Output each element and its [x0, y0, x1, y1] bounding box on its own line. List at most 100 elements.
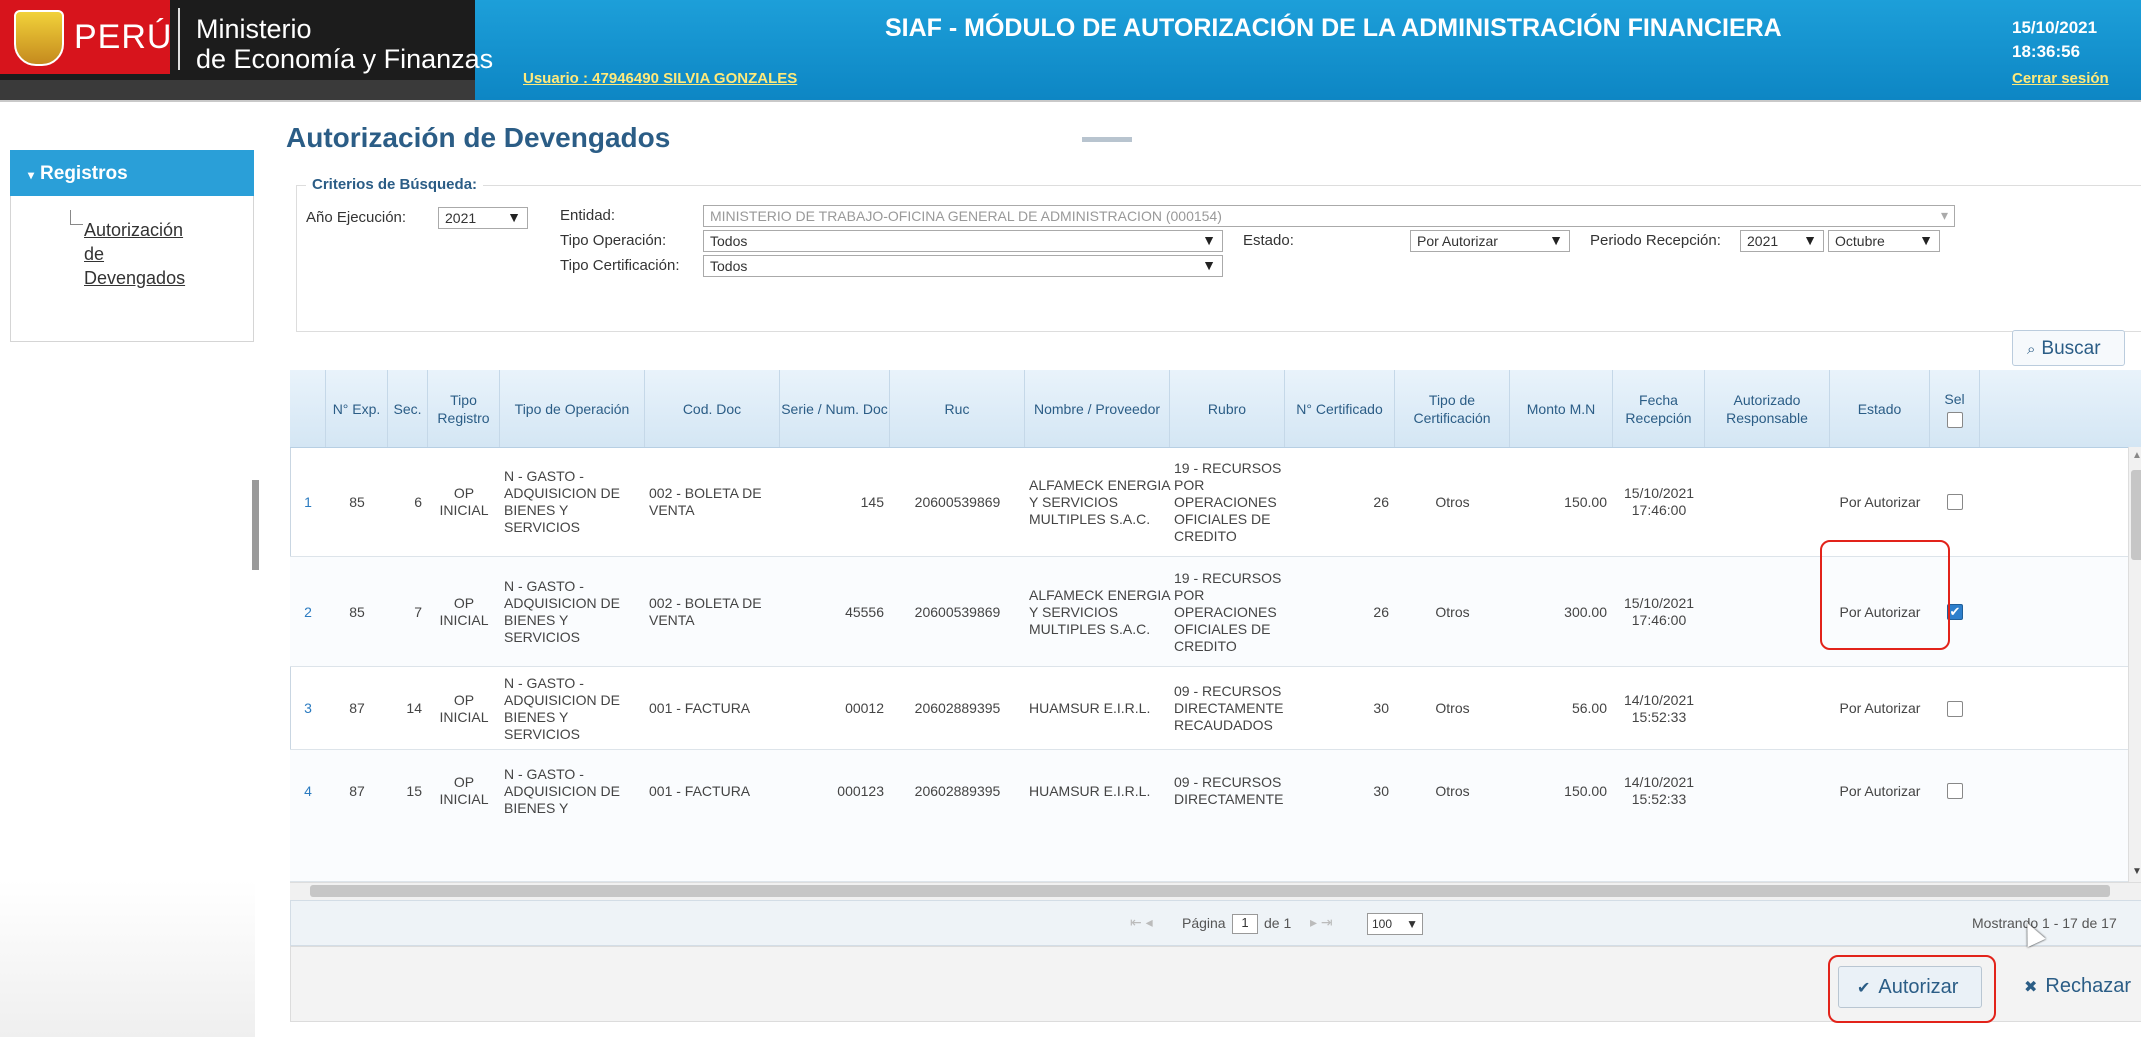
cell-ruc: 20602889395	[914, 700, 1001, 716]
col-header-estado[interactable]: Estado	[1830, 370, 1930, 447]
brand-country: PERÚ	[74, 18, 173, 56]
row-number: 1	[304, 493, 312, 510]
entidad-select[interactable]: MINISTERIO DE TRABAJO-OFICINA GENERAL DE…	[703, 205, 1955, 227]
col-header-exp[interactable]: N° Exp.	[326, 370, 388, 447]
cell-responsable	[1705, 750, 1830, 832]
row-select-checkbox[interactable]	[1947, 700, 1963, 717]
sidebar-item-autorizacion-devengados[interactable]: Autorización de Devengados	[84, 218, 204, 290]
cell-monto: 300.00	[1564, 603, 1607, 620]
row-select-checkbox[interactable]	[1947, 783, 1963, 799]
col-header-ruc[interactable]: Ruc	[890, 370, 1025, 447]
brand-divider	[178, 8, 180, 70]
chevron-down-icon: ▼	[1803, 232, 1817, 248]
anio-value: 2021	[445, 210, 477, 226]
cell-sel	[1930, 667, 1980, 750]
cell-estado: Por Autorizar	[1839, 782, 1921, 799]
cell-certificado: 30	[1373, 782, 1389, 799]
cell-rubro: 19 - RECURSOS POR OPERACIONES OFICIALES …	[1174, 569, 1282, 654]
cell-tipo-operacion: N - GASTO - ADQUISICION DE BIENES Y SERV…	[504, 578, 620, 645]
row-number: 3	[304, 700, 312, 716]
col-header-certificado[interactable]: N° Certificado	[1285, 370, 1395, 447]
col-header-nombre[interactable]: Nombre / Proveedor	[1025, 370, 1170, 447]
col-header-tipo-certificacion[interactable]: Tipo de Certificación	[1395, 370, 1510, 447]
periodo-mes-select[interactable]: Octubre ▼	[1828, 230, 1940, 252]
tipo-operacion-value: Todos	[710, 233, 748, 249]
ministry-name-line1: Ministerio	[196, 14, 312, 44]
page-size-select[interactable]: 100 ▼	[1367, 913, 1423, 935]
cell-tipo-certificacion: Otros	[1435, 700, 1470, 716]
page-title: Autorización de Devengados	[286, 122, 671, 153]
sidebar-section-registros[interactable]: ▾ Registros	[10, 150, 254, 196]
cell-ruc: 20602889395	[914, 782, 1001, 799]
cell-cod-doc: 001 - FACTURA	[649, 782, 751, 799]
scroll-up-icon[interactable]: ▲	[2132, 450, 2141, 461]
col-header-tipo-operacion[interactable]: Tipo de Operación	[500, 370, 645, 447]
last-page-icon[interactable]: ▸ ⇥	[1310, 914, 1333, 931]
cell-responsable	[1705, 557, 1830, 667]
row-select-checkbox[interactable]	[1947, 494, 1963, 510]
search-button[interactable]: ⌕ Buscar	[2012, 330, 2125, 366]
cross-icon: ✖	[2024, 979, 2038, 996]
logout-link[interactable]: Cerrar sesión	[2012, 70, 2109, 87]
col-header-responsable[interactable]: Autorizado Responsable	[1705, 370, 1830, 447]
cell-tipo-registro: OP INICIAL	[439, 691, 489, 725]
records-count: Mostrando 1 - 17 de 17	[1972, 915, 2117, 931]
page-label: Página	[1182, 915, 1226, 931]
cell-certificado: 26	[1373, 493, 1389, 510]
col-header-sel[interactable]: Sel	[1930, 370, 1980, 447]
cell-rubro: 19 - RECURSOS POR OPERACIONES OFICIALES …	[1174, 459, 1282, 544]
entidad-value: MINISTERIO DE TRABAJO-OFICINA GENERAL DE…	[710, 208, 1222, 224]
first-page-icon[interactable]: ⇤ ◂	[1130, 914, 1153, 931]
cell-tipo-certificacion: Otros	[1435, 782, 1470, 799]
tree-connector	[70, 210, 83, 225]
col-header-rubro[interactable]: Rubro	[1170, 370, 1285, 447]
search-criteria-title: Criterios de Búsqueda:	[306, 176, 484, 193]
tipo-operacion-select[interactable]: Todos ▼	[703, 230, 1223, 252]
cell-tipo-certificacion: Otros	[1435, 493, 1470, 510]
cell-exp: 87	[349, 782, 365, 799]
cell-nombre: ALFAMECK ENERGIA Y SERVICIOS MULTIPLES S…	[1029, 476, 1170, 527]
cell-serie: 45556	[845, 603, 884, 620]
col-header-cod-doc[interactable]: Cod. Doc	[645, 370, 780, 447]
chevron-down-icon: ▼	[507, 209, 521, 225]
col-header-monto[interactable]: Monto M.N	[1510, 370, 1613, 447]
collapse-handle[interactable]	[1082, 137, 1132, 142]
vertical-scroll-thumb[interactable]	[2131, 470, 2141, 560]
cell-sec: 7	[414, 603, 422, 620]
scroll-down-icon[interactable]: ▼	[2132, 866, 2141, 877]
col-header-serie[interactable]: Serie / Num. Doc	[780, 370, 890, 447]
cell-tipo-operacion: N - GASTO - ADQUISICION DE BIENES Y SERV…	[504, 674, 620, 742]
select-all-checkbox[interactable]	[1946, 411, 1963, 428]
search-icon: ⌕	[2027, 341, 2036, 358]
cell-sel	[1930, 750, 1980, 832]
cell-certificado: 26	[1373, 603, 1389, 620]
col-header-sec[interactable]: Sec.	[388, 370, 428, 447]
cell-monto: 56.00	[1571, 700, 1607, 716]
tipo-operacion-label: Tipo Operación:	[560, 232, 667, 249]
rechazar-button[interactable]: ✖ Rechazar	[2010, 966, 2134, 1008]
highlight-selected-row	[1820, 540, 1950, 650]
cell-estado: Por Autorizar	[1839, 700, 1921, 716]
col-header-tipo-registro[interactable]: Tipo Registro	[428, 370, 500, 447]
user-info-link[interactable]: Usuario : 47946490 SILVIA GONZALES	[523, 70, 797, 87]
anio-select[interactable]: 2021 ▼	[438, 207, 528, 229]
entidad-label: Entidad:	[560, 207, 616, 224]
chevron-down-icon: ▼	[1549, 232, 1563, 248]
cell-cod-doc: 002 - BOLETA DE VENTA	[649, 485, 762, 518]
row-number: 2	[304, 603, 312, 620]
cell-rubro: 09 - RECURSOS DIRECTAMENTE	[1174, 774, 1284, 807]
panel-splitter[interactable]	[252, 480, 259, 570]
periodo-anio-select[interactable]: 2021 ▼	[1740, 230, 1824, 252]
ministry-name-line2: de Economía y Finanzas	[196, 44, 494, 74]
periodo-anio-value: 2021	[1747, 233, 1779, 249]
horizontal-scroll-thumb[interactable]	[310, 885, 2110, 897]
tipo-certificacion-value: Todos	[710, 258, 748, 274]
estado-select[interactable]: Por Autorizar ▼	[1410, 230, 1570, 252]
tipo-certificacion-select[interactable]: Todos ▼	[703, 255, 1223, 277]
col-header-fecha[interactable]: Fecha Recepción	[1613, 370, 1705, 447]
page-number-input[interactable]: 1	[1232, 914, 1258, 934]
cell-exp: 85	[349, 493, 365, 510]
periodo-mes-value: Octubre	[1835, 233, 1885, 249]
cell-nombre: HUAMSUR E.I.R.L.	[1029, 782, 1151, 799]
anio-label: Año Ejecución:	[306, 209, 407, 226]
